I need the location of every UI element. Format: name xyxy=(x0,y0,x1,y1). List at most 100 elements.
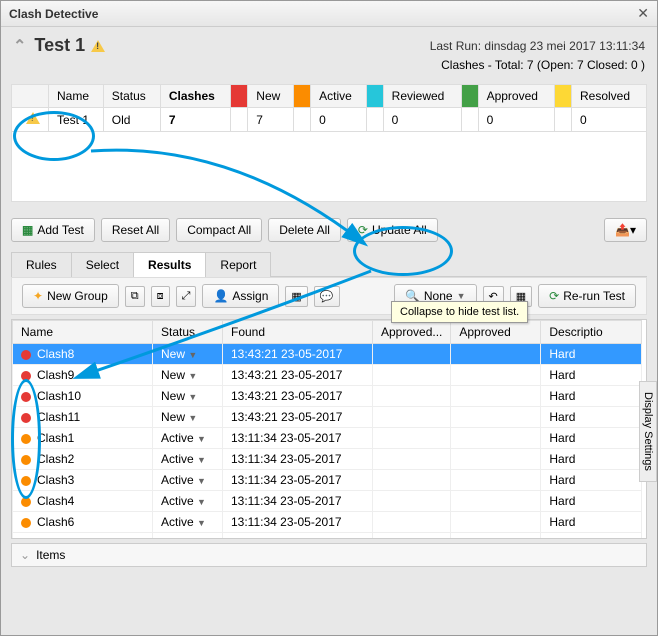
clash-row[interactable]: Clash4Active ▼13:11:34 23-05-2017Hard xyxy=(13,491,642,512)
indicator-approved xyxy=(461,85,478,108)
items-label: Items xyxy=(36,548,65,562)
results-table: Name Status Found Approved... Approved D… xyxy=(12,320,642,539)
test-title: ⌃ Test 1 xyxy=(13,35,105,56)
clash-row[interactable]: Clash6Active ▼13:11:34 23-05-2017Hard xyxy=(13,512,642,533)
reset-all-button[interactable]: Reset All xyxy=(101,218,170,242)
col-status[interactable]: Status xyxy=(103,85,160,108)
chevron-down-icon: ▼ xyxy=(457,291,466,301)
cell-approved: 0 xyxy=(478,108,554,132)
clash-row[interactable]: Clash11New ▼13:43:21 23-05-2017Hard xyxy=(13,407,642,428)
status-dot-icon xyxy=(21,350,31,360)
chevron-down-icon[interactable]: ▼ xyxy=(197,518,206,528)
test-row[interactable]: Test 1 Old 7 7 0 0 0 0 xyxy=(12,108,647,132)
tests-toolbar: ▦ Add Test Reset All Compact All Delete … xyxy=(1,212,657,248)
comment-icon-button[interactable]: 💬 xyxy=(314,286,340,307)
cell-clashes: 7 xyxy=(160,108,230,132)
cell-new: 7 xyxy=(248,108,294,132)
status-dot-icon xyxy=(21,371,31,381)
status-dot-icon xyxy=(21,455,31,465)
cell-reviewed: 0 xyxy=(383,108,461,132)
status-dot-icon xyxy=(21,413,31,423)
add-test-button[interactable]: ▦ Add Test xyxy=(11,218,95,242)
col-resolved[interactable]: Resolved xyxy=(572,85,647,108)
last-run-label: Last Run: xyxy=(430,39,481,53)
chevron-down-icon[interactable]: ▼ xyxy=(188,392,197,402)
indicator-resolved xyxy=(555,85,572,108)
rerun-test-button[interactable]: ⟳ Re-run Test xyxy=(538,284,636,308)
tab-report[interactable]: Report xyxy=(205,252,271,277)
col-reviewed[interactable]: Reviewed xyxy=(383,85,461,108)
tab-select[interactable]: Select xyxy=(71,252,134,277)
col-name[interactable]: Name xyxy=(49,85,104,108)
export-button[interactable]: 📤▾ xyxy=(604,218,647,242)
test-name: Test 1 xyxy=(34,35,85,56)
col-approved[interactable]: Approved xyxy=(451,321,541,344)
last-run-value: dinsdag 23 mei 2017 13:11:34 xyxy=(484,39,645,53)
plus-icon: ▦ xyxy=(22,223,33,237)
person-icon: 👤 xyxy=(213,289,228,303)
clash-row[interactable]: Clash2Active ▼13:11:34 23-05-2017Hard xyxy=(13,449,642,470)
clash-row[interactable]: Clash8New ▼13:43:21 23-05-2017Hard xyxy=(13,344,642,365)
col-active[interactable]: Active xyxy=(311,85,367,108)
compact-all-button[interactable]: Compact All xyxy=(176,218,262,242)
chevron-down-icon[interactable]: ▼ xyxy=(188,350,197,360)
clash-summary: Clashes - Total: 7 (Open: 7 Closed: 0 ) xyxy=(1,58,657,78)
refresh-icon: ⟳ xyxy=(549,289,559,303)
col-status[interactable]: Status xyxy=(153,321,223,344)
col-approvedby[interactable]: Approved... xyxy=(373,321,451,344)
update-all-button[interactable]: ⟳ Update All xyxy=(347,218,438,242)
close-icon[interactable]: ✕ xyxy=(637,5,649,22)
chevron-down-icon[interactable]: ▼ xyxy=(197,434,206,444)
indicator-new xyxy=(231,85,248,108)
chevron-down-icon[interactable]: ▼ xyxy=(188,371,197,381)
tab-rules[interactable]: Rules xyxy=(11,252,72,277)
indicator-reviewed xyxy=(366,85,383,108)
group-icon-button[interactable]: ⧉ xyxy=(125,286,145,307)
tests-panel: Name Status Clashes New Active Reviewed … xyxy=(11,84,647,202)
clash-row[interactable]: Clash1Active ▼13:11:34 23-05-2017Hard xyxy=(13,428,642,449)
clash-row[interactable]: Clash3Active ▼13:11:34 23-05-2017Hard xyxy=(13,470,642,491)
status-dot-icon xyxy=(21,434,31,444)
cell-resolved: 0 xyxy=(572,108,647,132)
clash-row[interactable]: Clash9New ▼13:43:21 23-05-2017Hard xyxy=(13,365,642,386)
status-dot-icon xyxy=(21,497,31,507)
last-run: Last Run: dinsdag 23 mei 2017 13:11:34 xyxy=(430,39,645,53)
assign-button[interactable]: 👤 Assign xyxy=(202,284,279,308)
highlight-icon-button[interactable]: ▦ xyxy=(285,286,307,307)
ungroup-icon-button[interactable]: ⧈ xyxy=(151,286,170,307)
clash-row[interactable]: Clash7Active ▼13:11:34 23-05-2017Hard xyxy=(13,533,642,540)
chevron-down-icon[interactable]: ▼ xyxy=(197,497,206,507)
sparkle-icon: ✦ xyxy=(33,289,43,303)
warning-icon xyxy=(26,112,40,124)
cell-active: 0 xyxy=(311,108,367,132)
col-new[interactable]: New xyxy=(248,85,294,108)
delete-all-button[interactable]: Delete All xyxy=(268,218,341,242)
col-clashes[interactable]: Clashes xyxy=(160,85,230,108)
explode-icon-button[interactable]: ⤢ xyxy=(176,286,197,307)
col-approved[interactable]: Approved xyxy=(478,85,554,108)
clash-detective-window: Clash Detective ✕ ⌃ Test 1 Last Run: din… xyxy=(0,0,658,636)
status-dot-icon xyxy=(21,518,31,528)
status-dot-icon xyxy=(21,392,31,402)
cell-name: Test 1 xyxy=(49,108,104,132)
chevron-down-icon[interactable]: ▼ xyxy=(188,413,197,423)
warning-icon xyxy=(91,40,105,52)
items-panel[interactable]: ⌄ Items xyxy=(11,543,647,567)
col-description[interactable]: Descriptio xyxy=(541,321,642,344)
tab-results[interactable]: Results xyxy=(133,252,206,277)
clash-row[interactable]: Clash10New ▼13:43:21 23-05-2017Hard xyxy=(13,386,642,407)
col-found[interactable]: Found xyxy=(223,321,373,344)
display-settings-tab[interactable]: Display Settings xyxy=(639,381,657,482)
window-title: Clash Detective xyxy=(9,7,98,21)
collapse-icon[interactable]: ⌃ xyxy=(13,36,26,56)
chevron-down-icon: ⌄ xyxy=(20,548,30,562)
new-group-button[interactable]: ✦ New Group xyxy=(22,284,119,308)
col-name[interactable]: Name xyxy=(13,321,153,344)
results-toolbar: ✦ New Group ⧉ ⧈ ⤢ 👤 Assign ▦ 💬 🔍 None ▼ … xyxy=(11,277,647,315)
results-grid[interactable]: Name Status Found Approved... Approved D… xyxy=(11,319,647,539)
chevron-down-icon[interactable]: ▼ xyxy=(197,455,206,465)
tabs: Rules Select Results Report xyxy=(11,252,647,277)
chevron-down-icon[interactable]: ▼ xyxy=(197,476,206,486)
cell-status: Old xyxy=(103,108,160,132)
refresh-icon: ⟳ xyxy=(358,223,368,237)
